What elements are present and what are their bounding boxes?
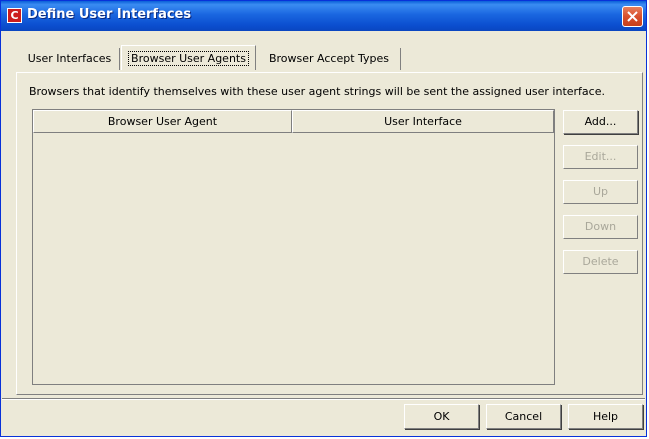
tab-label: Browser Accept Types bbox=[268, 52, 390, 65]
title-bar[interactable]: C Define User Interfaces bbox=[1, 1, 646, 31]
define-user-interfaces-dialog: C Define User Interfaces User Interfaces… bbox=[0, 0, 647, 437]
tab-browser-user-agents[interactable]: Browser User Agents bbox=[121, 45, 256, 70]
window-title: Define User Interfaces bbox=[27, 7, 192, 22]
up-button[interactable]: Up bbox=[563, 180, 638, 204]
tab-label: Browser User Agents bbox=[128, 51, 249, 66]
description-text: Browsers that identify themselves with t… bbox=[29, 85, 605, 98]
tab-user-interfaces[interactable]: User Interfaces bbox=[20, 48, 120, 70]
close-button[interactable] bbox=[622, 6, 643, 27]
tab-label: User Interfaces bbox=[27, 52, 112, 65]
user-agent-table[interactable]: Browser User Agent User Interface bbox=[32, 109, 555, 385]
down-button[interactable]: Down bbox=[563, 215, 638, 239]
table-body[interactable] bbox=[33, 133, 554, 384]
delete-button[interactable]: Delete bbox=[563, 250, 638, 274]
footer-divider bbox=[2, 398, 645, 400]
close-icon bbox=[627, 11, 638, 22]
edit-button[interactable]: Edit... bbox=[563, 145, 638, 169]
app-icon: C bbox=[7, 8, 22, 23]
cancel-button[interactable]: Cancel bbox=[486, 404, 561, 429]
add-button[interactable]: Add... bbox=[563, 110, 638, 134]
ok-button[interactable]: OK bbox=[404, 404, 479, 429]
tab-browser-accept-types[interactable]: Browser Accept Types bbox=[258, 48, 401, 70]
help-button[interactable]: Help bbox=[568, 404, 643, 429]
table-header: Browser User Agent User Interface bbox=[33, 110, 554, 133]
column-header-browser-user-agent[interactable]: Browser User Agent bbox=[33, 110, 292, 133]
column-header-user-interface[interactable]: User Interface bbox=[292, 110, 554, 133]
